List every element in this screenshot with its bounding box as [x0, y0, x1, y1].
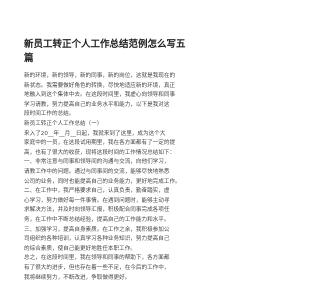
body-text-line: 高，也有了很大的收获，现将这段时间的工作情况总结如下：: [24, 149, 176, 156]
body-text-line: 司组织的各种培训，认真学习各种业务知识，努力提高自己: [24, 236, 170, 243]
body-text-line: 二、在工作中，我严格要求自己，认真负责，勤奋踏实，虚: [24, 188, 170, 195]
title-line: 新员工转正个人工作总结范例怎么写五: [24, 39, 186, 50]
title-line: 篇: [24, 53, 34, 64]
body-text-line: 家庭中的一员，在这段试用期里，我在各方面都有了一定的提: [24, 140, 176, 147]
body-text-line: 新员工转正个人工作总结（一）: [24, 121, 103, 127]
body-text-line: 学习请教，努力提高自己的业务水平和能力，以下是我对这: [24, 101, 170, 108]
body-text-line: 心学习，努力做好每一件事情。在遇到问题时，能够主动寻: [24, 197, 170, 204]
body-text-line: 段时间工作的总结。: [24, 111, 75, 118]
body-text-line: 新的环境，新的领导，新的同事，新的岗位，这就是我现在的: [24, 73, 176, 79]
body-text-line: 总之，在这段时间里，我在领导和同事的帮助下，各方面都: [24, 255, 170, 262]
body-text-line: 请教工作中的问题。通过与同事间的交流，能够尽快地熟悉: [24, 169, 170, 175]
body-text-line: 务，在工作中不断总结经验，提高自己的工作能力和水平。: [24, 217, 170, 223]
body-text-line: 有了很大的进步，但也存在着一些不足，在今后的工作中，: [24, 265, 170, 271]
body-text-line: 的综合素质，使自己能更好地胜任本职工作。: [24, 245, 136, 252]
body-text-line: 我将继续努力，不断改进，争取做得更好。: [24, 274, 131, 281]
document-page: 新员工转正个人工作总结范例怎么写五 篇 新的环境，新的领导，新的同事，新的岗位，…: [0, 0, 210, 297]
body-text-line: 新状态。我需要做好角色的转换，尽快地适应新的环境，真正: [24, 82, 176, 89]
body-text-line: 来入了20__年__月__日起，我就来到了这里，成为这个大: [24, 130, 166, 137]
body-text-line: 一、非常注意与同事和领导间的沟通与交流，向他们学习，: [24, 159, 170, 166]
body-text-line: 公司的业务，同时也能提高自己的业务能力，更好地完成工作。: [24, 178, 181, 185]
body-text-line: 三、加强学习，提高自身素质。在工作之余，我积极参加公: [24, 226, 170, 233]
body-text-line: 地融入到这个集体中去。在这段时间里，我虚心向领导和同事: [24, 92, 176, 99]
body-text-line: 求解决方法，并及时向领导汇报，积极配合同事完成各项任: [24, 207, 170, 214]
